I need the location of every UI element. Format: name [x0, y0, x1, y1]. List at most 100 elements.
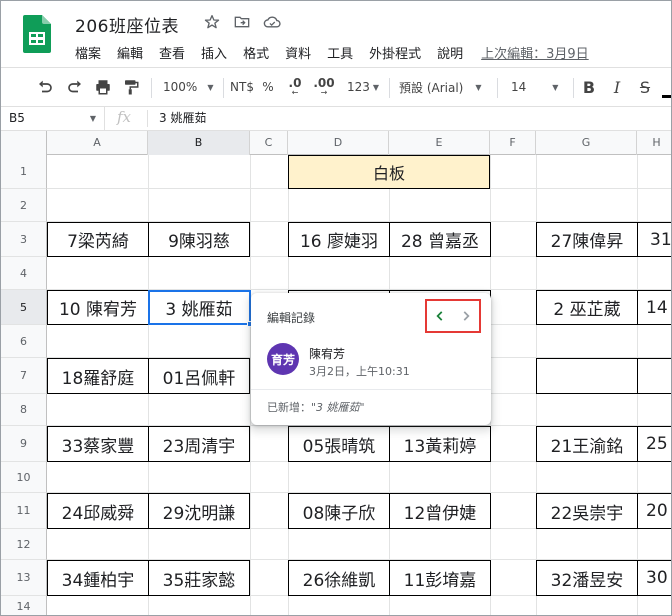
column-header-e[interactable]: E [389, 131, 490, 155]
row-header-5[interactable]: 5 [1, 290, 47, 325]
seat-cell[interactable]: 22吳崇宇 [536, 493, 638, 529]
seat-cell[interactable]: 24邱威舜 [47, 493, 149, 529]
seat-cell[interactable]: 25 [637, 426, 671, 462]
avatar: 育芳 [267, 343, 299, 375]
seat-cell[interactable]: 33蔡家豐 [47, 426, 149, 462]
seat-cell[interactable] [536, 358, 638, 394]
menu-view[interactable]: 查看 [159, 43, 185, 62]
sheets-window: 206班座位表 檔案 編輯 查看 插入 格式 資料 工具 外掛程式 說明 上次編… [0, 0, 672, 616]
column-header-g[interactable]: G [536, 131, 637, 155]
menu-data[interactable]: 資料 [285, 43, 311, 62]
menu-tools[interactable]: 工具 [327, 43, 353, 62]
row-header-6[interactable]: 6 [1, 325, 47, 358]
seat-cell[interactable]: 05張晴筑 [288, 426, 390, 462]
seat-cell[interactable]: 01呂佩軒 [148, 358, 250, 394]
move-folder-icon[interactable] [233, 13, 251, 31]
font-size-select[interactable]: 14 ▼ [501, 68, 569, 106]
row-header-14[interactable]: 14 [1, 596, 47, 615]
column-header-h[interactable]: H [637, 131, 671, 155]
seat-cell[interactable]: 23周清宇 [148, 426, 250, 462]
seat-cell[interactable]: 2 巫芷葳 [536, 290, 638, 325]
seat-cell[interactable]: 34鍾柏宇 [47, 560, 149, 596]
row-header-1[interactable]: 1 [1, 155, 47, 189]
undo-button[interactable] [31, 68, 59, 106]
currency-label: NT$ [230, 80, 254, 94]
bold-button[interactable]: B [577, 68, 601, 106]
row-header-4[interactable]: 4 [1, 257, 47, 290]
italic-button[interactable]: I [605, 68, 629, 106]
print-button[interactable] [89, 68, 117, 106]
menu-help[interactable]: 說明 [437, 43, 463, 62]
seat-cell[interactable]: 28 曾嘉丞 [389, 222, 491, 257]
seat-cell[interactable]: 08陳子欣 [288, 493, 390, 529]
row-header-10[interactable]: 10 [1, 462, 47, 493]
seat-cell[interactable]: 7梁芮綺 [47, 222, 149, 257]
row-header-11[interactable]: 11 [1, 493, 47, 529]
menu-edit[interactable]: 編輯 [117, 43, 143, 62]
sheets-logo-icon[interactable] [23, 15, 51, 53]
text-color-button[interactable] [661, 68, 671, 106]
seat-cell[interactable]: 35莊家懿 [148, 560, 250, 596]
seat-cell[interactable]: 21王渝銘 [536, 426, 638, 462]
seat-cell[interactable] [637, 358, 671, 394]
menu-file[interactable]: 檔案 [75, 43, 101, 62]
seat-cell[interactable]: 30 [637, 560, 671, 596]
toolbar-divider [223, 78, 224, 98]
undo-icon [39, 80, 52, 93]
row-header-3[interactable]: 3 [1, 222, 47, 257]
row-header-9[interactable]: 9 [1, 426, 47, 462]
next-edit-button[interactable] [455, 305, 477, 327]
seat-cell[interactable]: 9陳羽慈 [148, 222, 250, 257]
seat-cell[interactable]: 18羅舒庭 [47, 358, 149, 394]
redo-button[interactable] [61, 68, 89, 106]
last-edit-link[interactable]: 上次編輯：3月9日 [481, 43, 589, 62]
row-header-13[interactable]: 13 [1, 560, 47, 596]
seat-cell[interactable]: 12曾伊婕 [389, 493, 491, 529]
paint-format-button[interactable] [117, 68, 145, 106]
column-header-d[interactable]: D [288, 131, 389, 155]
font-select[interactable]: 預設 (Arial) ▼ [393, 68, 491, 106]
seat-cell[interactable]: 32潘昱安 [536, 560, 638, 596]
seat-cell[interactable]: 14 [637, 290, 671, 325]
text-color-swatch [662, 94, 671, 98]
percent-button[interactable]: % [258, 68, 278, 106]
decrease-decimal-button[interactable]: .0 ← [281, 68, 309, 106]
row-header-12[interactable]: 12 [1, 529, 47, 560]
increase-decimal-button[interactable]: .00 → [309, 68, 339, 106]
seat-cell[interactable]: 13黃莉婷 [389, 426, 491, 462]
seat-cell[interactable]: 31 [637, 222, 671, 257]
seat-cell[interactable]: 27陳偉昇 [536, 222, 638, 257]
column-header-a[interactable]: A [47, 131, 148, 155]
formula-divider [147, 110, 148, 127]
column-header-c[interactable]: C [250, 131, 288, 155]
seat-cell[interactable]: 10 陳宥芳 [47, 290, 149, 325]
select-all-corner[interactable] [1, 131, 47, 155]
arrow-left-icon: ← [291, 88, 299, 97]
percent-label: % [262, 80, 274, 94]
zoom-select[interactable]: 100% ▼ [157, 68, 219, 106]
cloud-saved-icon[interactable] [263, 13, 281, 31]
whiteboard-cell[interactable]: 白板 [288, 155, 490, 189]
seat-cell[interactable]: 20 [637, 493, 671, 529]
document-title[interactable]: 206班座位表 [75, 12, 179, 37]
menu-format[interactable]: 格式 [243, 43, 269, 62]
row-header-2[interactable]: 2 [1, 189, 47, 222]
menu-addons[interactable]: 外掛程式 [369, 43, 421, 62]
seat-cell[interactable]: 16 廖婕羽 [288, 222, 390, 257]
currency-button[interactable]: NT$ [227, 68, 257, 106]
seat-cell[interactable]: 11彭堉嘉 [389, 560, 491, 596]
strikethrough-button[interactable]: S [633, 68, 657, 106]
more-formats-button[interactable]: 123 ▼ [341, 68, 385, 106]
star-icon[interactable] [203, 13, 221, 31]
seat-cell[interactable]: 29沈明謙 [148, 493, 250, 529]
previous-edit-button[interactable] [429, 305, 451, 327]
name-box[interactable]: B5 ▼ [1, 107, 105, 130]
column-header-b[interactable]: B [148, 131, 250, 155]
row-header-8[interactable]: 8 [1, 394, 47, 426]
menu-insert[interactable]: 插入 [201, 43, 227, 62]
column-header-f[interactable]: F [490, 131, 536, 155]
seat-cell[interactable]: 26徐維凱 [288, 560, 390, 596]
row-header-7[interactable]: 7 [1, 358, 47, 394]
formula-input[interactable]: 3 姚雁茹 [159, 107, 206, 130]
zoom-value: 100% [163, 80, 198, 94]
